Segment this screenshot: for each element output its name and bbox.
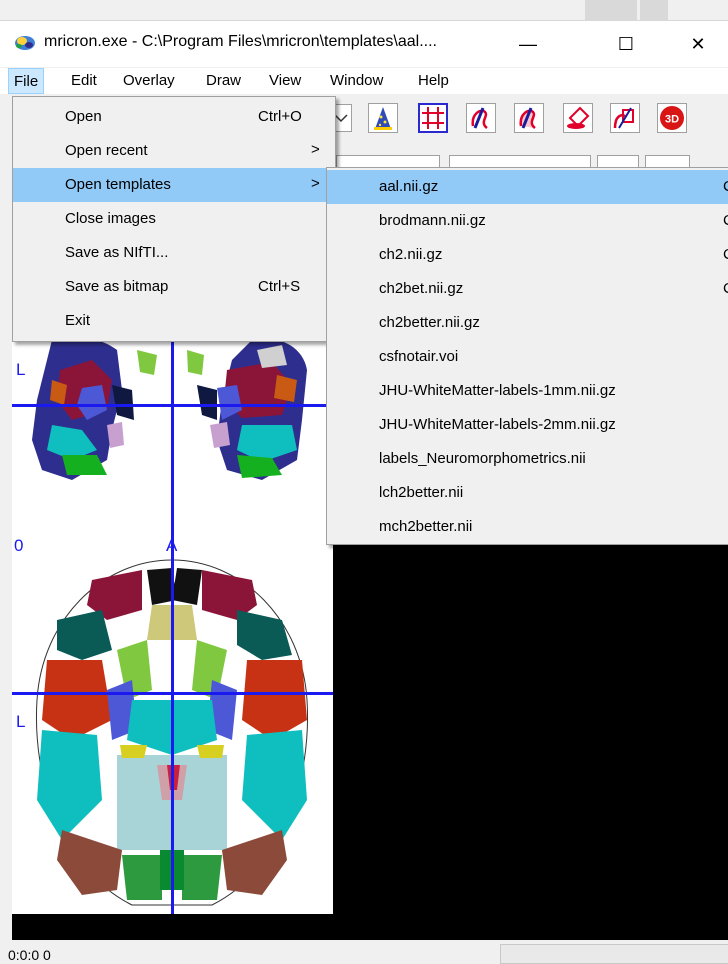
orientation-label-left-axial: L	[16, 712, 26, 731]
eraser-icon[interactable]	[563, 103, 593, 133]
clipped-glyph: C	[723, 280, 728, 297]
menu-view[interactable]: View	[263, 68, 307, 94]
background-block	[640, 0, 668, 20]
menu-draw[interactable]: Draw	[200, 68, 247, 94]
template-item[interactable]: ch2.nii.gz C	[327, 238, 728, 272]
svg-text:3D: 3D	[665, 114, 679, 126]
menu-item-exit[interactable]: Exit	[13, 304, 335, 338]
chevron-right-icon: >	[311, 175, 320, 192]
3d-render-icon[interactable]: 3D	[657, 103, 687, 133]
menu-file[interactable]: File	[8, 68, 45, 94]
crosshair-icon[interactable]	[418, 103, 448, 133]
slice-number-label: 0	[14, 536, 24, 555]
template-item[interactable]: mch2better.nii	[327, 510, 728, 542]
template-item[interactable]: JHU-WhiteMatter-labels-1mm.nii.gz	[327, 374, 728, 408]
menu-item-shortcut: Ctrl+S	[258, 278, 301, 295]
fill-bucket-icon[interactable]	[610, 103, 640, 133]
crosshair-vertical	[171, 330, 174, 914]
template-item-label: lch2better.nii	[379, 484, 464, 501]
menu-help[interactable]: Help	[412, 68, 455, 94]
template-item-label: mch2better.nii	[379, 518, 473, 535]
chevron-right-icon: >	[311, 141, 320, 158]
menu-item-shortcut: Ctrl+O	[258, 108, 302, 125]
template-item[interactable]: ch2bet.nii.gz C	[327, 272, 728, 306]
minimize-button[interactable]: —	[504, 24, 552, 64]
orientation-label-anterior: A	[166, 536, 178, 555]
template-item-label: JHU-WhiteMatter-labels-2mm.nii.gz	[379, 416, 616, 433]
template-item[interactable]: csfnotair.voi	[327, 340, 728, 374]
menu-item-label: Close images	[65, 210, 156, 227]
status-coordinates: 0:0:0 0	[8, 947, 51, 963]
template-item-label: ch2.nii.gz	[379, 246, 443, 263]
status-panel	[500, 944, 728, 964]
pen-draw-icon[interactable]	[466, 103, 496, 133]
close-button[interactable]: ✕	[674, 24, 722, 64]
menu-item-label: Save as NIfTI...	[65, 244, 169, 261]
template-item-label: ch2bet.nii.gz	[379, 280, 464, 297]
menu-item-label: Open templates	[65, 176, 171, 193]
menu-item-close-images[interactable]: Close images	[13, 202, 335, 236]
orientation-label-left: L	[16, 360, 26, 379]
menu-overlay[interactable]: Overlay	[117, 68, 181, 94]
template-item-label: labels_Neuromorphometrics.nii	[379, 450, 586, 467]
template-item[interactable]: labels_Neuromorphometrics.nii	[327, 442, 728, 476]
clipped-glyph: C	[723, 178, 728, 195]
template-item-label: aal.nii.gz	[379, 178, 439, 195]
menu-item-save-bitmap[interactable]: Save as bitmap Ctrl+S	[13, 270, 335, 304]
menu-item-label: Exit	[65, 312, 91, 329]
clipped-glyph: C	[723, 246, 728, 263]
template-item[interactable]: aal.nii.gz C	[327, 170, 728, 204]
template-item-label: ch2better.nii.gz	[379, 314, 480, 331]
template-item[interactable]: JHU-WhiteMatter-labels-2mm.nii.gz	[327, 408, 728, 442]
menu-item-open-recent[interactable]: Open recent >	[13, 134, 335, 168]
menu-edit[interactable]: Edit	[65, 68, 103, 94]
template-item[interactable]: lch2better.nii	[327, 476, 728, 510]
wizard-hat-icon[interactable]	[368, 103, 398, 133]
template-item[interactable]: brodmann.nii.gz C	[327, 204, 728, 238]
background-window-strip	[0, 0, 728, 21]
menu-item-save-nifti[interactable]: Save as NIfTI...	[13, 236, 335, 270]
template-item-label: csfnotair.voi	[379, 348, 459, 365]
clipped-glyph: C	[723, 212, 728, 229]
window-title: mricron.exe - C:\Program Files\mricron\t…	[44, 33, 437, 50]
maximize-button[interactable]: ☐	[602, 24, 650, 64]
template-item-label: brodmann.nii.gz	[379, 212, 486, 229]
file-menu-dropdown: Open Ctrl+O Open recent > Open templates…	[12, 96, 336, 342]
menu-item-open[interactable]: Open Ctrl+O	[13, 100, 335, 134]
templates-submenu: aal.nii.gz C brodmann.nii.gz C ch2.nii.g…	[326, 167, 728, 545]
template-item-label: JHU-WhiteMatter-labels-1mm.nii.gz	[379, 382, 616, 399]
viewer-bottom	[12, 914, 728, 940]
menu-item-label: Save as bitmap	[65, 278, 169, 295]
menu-item-label: Open recent	[65, 142, 148, 159]
template-item[interactable]: ch2better.nii.gz	[327, 306, 728, 340]
menu-window[interactable]: Window	[324, 68, 389, 94]
mricron-app-icon	[15, 36, 35, 50]
menu-item-open-templates[interactable]: Open templates >	[13, 168, 335, 202]
background-block	[585, 0, 637, 20]
pen-fill-icon[interactable]	[514, 103, 544, 133]
menu-item-label: Open	[65, 108, 102, 125]
